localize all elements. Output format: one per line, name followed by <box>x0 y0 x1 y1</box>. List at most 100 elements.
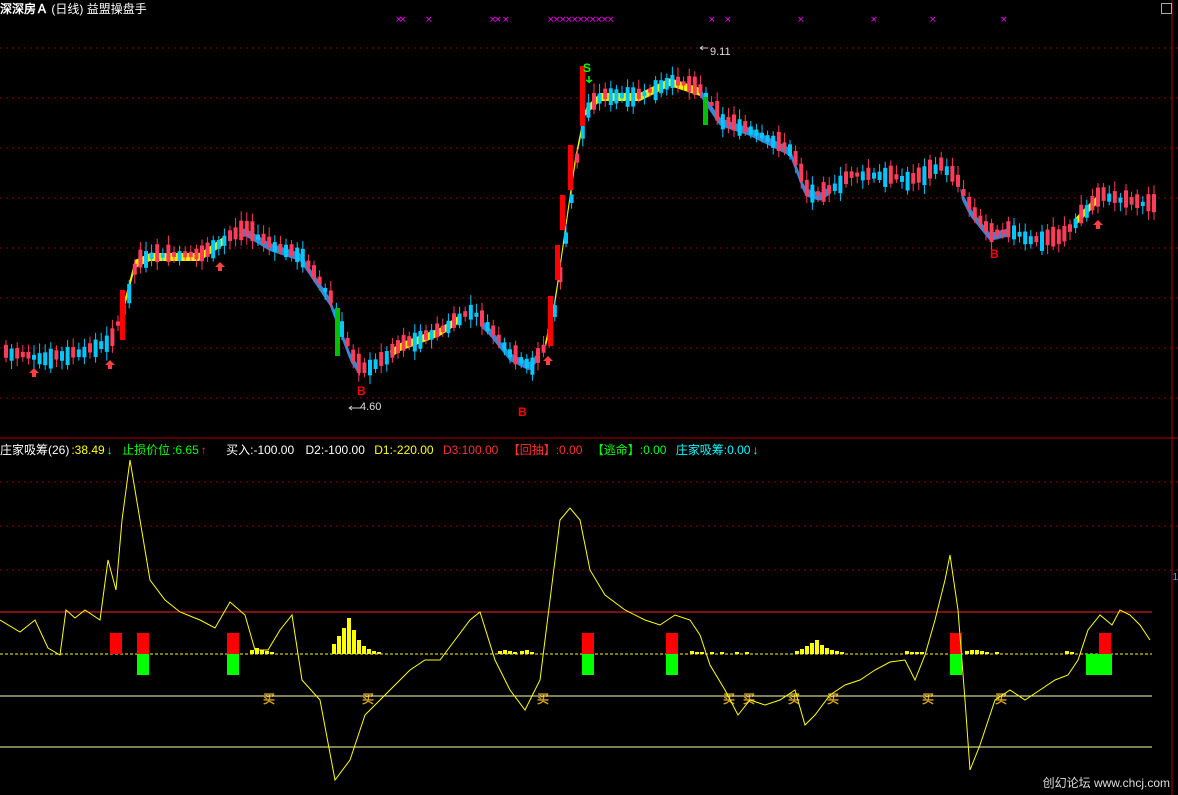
candle-body <box>765 135 770 142</box>
candle-body <box>65 346 70 366</box>
candle-body <box>664 77 669 90</box>
high-price-label: 9.11 <box>710 46 731 58</box>
candle-body <box>816 191 820 196</box>
histogram-bar <box>520 651 524 654</box>
histogram-bar <box>342 628 346 654</box>
candle-body <box>832 183 837 191</box>
histogram-bar <box>357 640 361 654</box>
buy-signal-label: B <box>990 247 999 261</box>
signal-block <box>666 654 678 675</box>
signal-block <box>227 654 239 675</box>
candle-body <box>541 344 546 353</box>
histogram-bar <box>920 652 924 654</box>
candle-body <box>480 310 484 327</box>
histogram-bar <box>820 645 824 654</box>
candle-body <box>1096 187 1100 207</box>
candle-body <box>88 343 92 353</box>
candle-body <box>82 346 87 358</box>
candle-body <box>597 93 602 104</box>
candle-body <box>429 330 434 340</box>
candle-body <box>26 352 31 359</box>
indicator-title: 庄家吸筹(26) <box>0 443 70 457</box>
candle-body <box>1090 195 1095 211</box>
candle-body <box>928 159 932 179</box>
candle-body <box>911 173 916 184</box>
candle-body <box>188 251 193 258</box>
taoming-value: 【逃命】:0.00 <box>591 443 667 457</box>
candle-body <box>345 337 350 347</box>
signal-block <box>950 654 962 675</box>
candle-body <box>457 313 462 326</box>
candle-body <box>872 172 876 179</box>
candle-body <box>732 114 736 131</box>
histogram-bar <box>825 648 829 654</box>
histogram-bar <box>530 652 534 654</box>
candle-body <box>110 328 115 347</box>
histogram-bar <box>690 651 694 654</box>
candle-body <box>877 171 882 181</box>
oscillator-line <box>0 459 1151 782</box>
histogram-bar <box>695 652 699 654</box>
candle-body <box>216 240 221 249</box>
candle-body <box>726 116 731 126</box>
histogram-bar <box>735 652 739 654</box>
buy-marker-label: 买 <box>263 692 275 706</box>
histogram-bar <box>840 652 844 654</box>
candle-body <box>788 144 792 157</box>
histogram-bar <box>347 618 351 654</box>
histogram-bar <box>498 651 502 654</box>
candle-body <box>681 81 686 86</box>
stop-loss-label: 止损价位 <box>122 443 171 457</box>
candle-body <box>362 362 367 374</box>
candle-body <box>1112 191 1117 203</box>
down-arrow-icon: ↓ <box>752 443 759 457</box>
candle-body <box>799 163 804 182</box>
candle-body <box>1017 231 1022 237</box>
candle-body <box>239 220 244 241</box>
restore-window-icon[interactable] <box>1161 3 1172 14</box>
candle-body <box>155 244 160 263</box>
candle-body <box>485 322 490 331</box>
x-marker-icon: × <box>607 15 615 25</box>
x-marker-icon: × <box>929 15 937 25</box>
x-marker-icon: × <box>797 15 805 25</box>
x-marker-icon: × <box>870 15 878 25</box>
candle-body <box>939 157 944 171</box>
candle-body <box>548 296 553 346</box>
candle-body <box>555 245 560 280</box>
candle-body <box>653 80 658 101</box>
high-pointer <box>699 45 708 51</box>
candle-body <box>855 172 860 177</box>
candle-body <box>1084 205 1089 218</box>
candle-body <box>631 87 636 107</box>
candle-body <box>132 263 137 275</box>
candle-body <box>272 241 277 252</box>
signal-block <box>582 633 594 654</box>
candle-body <box>648 88 652 93</box>
period-label: (日线) <box>51 2 84 16</box>
histogram-bar <box>970 650 974 654</box>
candle-body <box>60 351 64 361</box>
candle-body <box>793 150 798 166</box>
candle-body <box>1068 224 1072 232</box>
stop-loss-value: :6.65 <box>172 443 199 457</box>
candle-body <box>205 242 210 257</box>
candle-body <box>289 244 294 257</box>
buy-arrow-icon <box>543 356 553 365</box>
candle-body <box>54 350 59 360</box>
buy-marker-label: 买 <box>788 692 800 706</box>
buy-marker-label: 买 <box>362 692 374 706</box>
candle-body <box>894 174 899 180</box>
candle-body <box>883 167 888 188</box>
histogram-bar <box>367 649 371 654</box>
histogram-bar <box>372 651 376 654</box>
candle-body <box>1006 221 1011 238</box>
chart-canvas[interactable]: ×× × ×× × ××××××××××× × × × × × ×SBBB买买买买买买买买买 <box>0 0 1178 795</box>
candle-body <box>603 88 608 100</box>
histogram-bar <box>980 651 984 654</box>
candle-body <box>312 265 316 279</box>
histogram-bar <box>352 630 356 654</box>
candle-body <box>564 232 568 244</box>
d1-value: D1:-220.00 <box>374 443 434 457</box>
candle-body <box>452 313 456 328</box>
